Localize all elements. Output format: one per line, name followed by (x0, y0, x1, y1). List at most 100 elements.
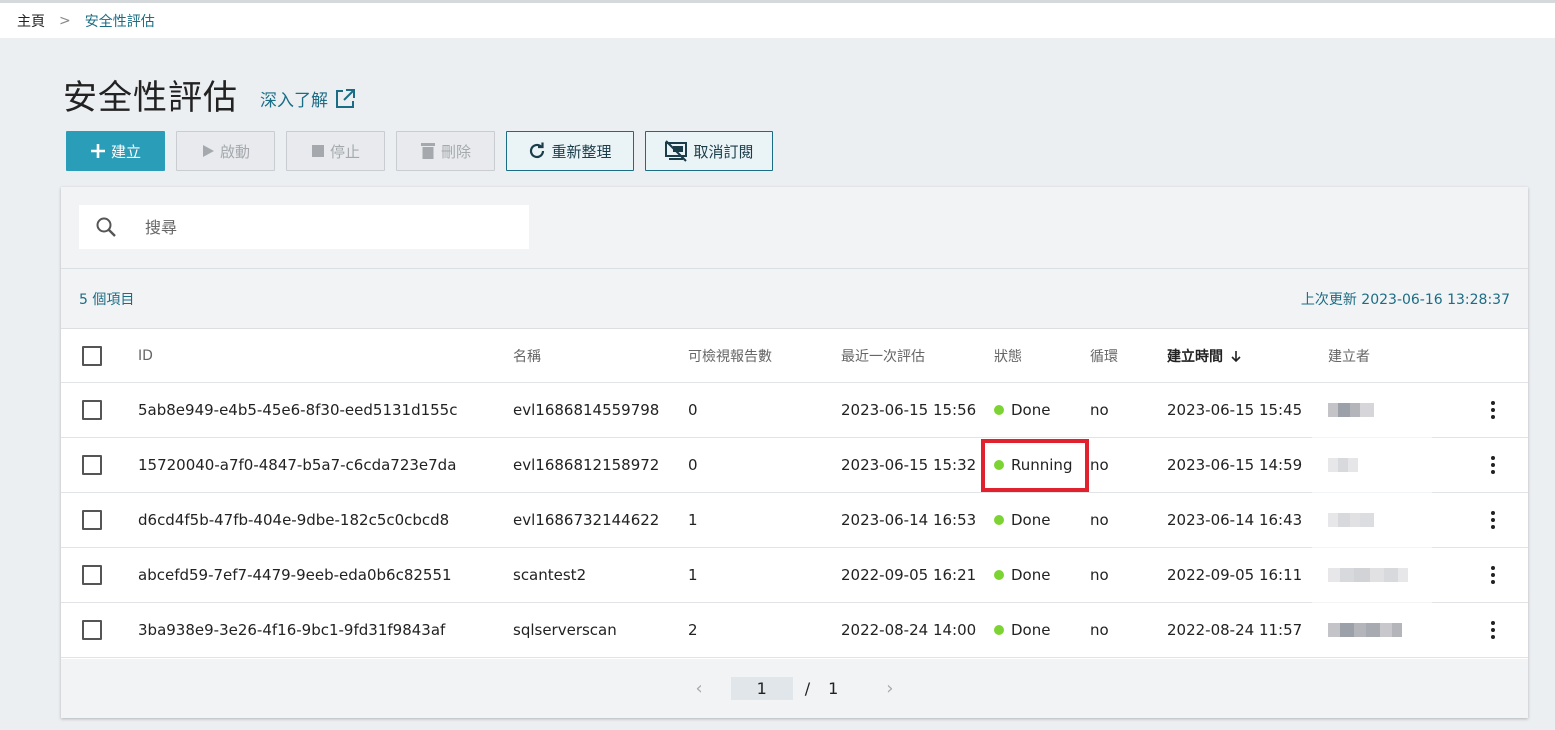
refresh-icon (530, 142, 545, 159)
chevron-right-icon[interactable]: › (886, 678, 893, 699)
status-dot (994, 515, 1004, 525)
row-last-eval: 2023-06-15 15:32 (841, 456, 977, 474)
current-page[interactable]: 1 (730, 677, 793, 700)
header-reports[interactable]: 可檢視報告數 (688, 346, 772, 366)
table-row[interactable]: 15720040-a7f0-4847-b5a7-c6cda723e7da evl… (61, 438, 1528, 493)
stop-label: 停止 (329, 143, 360, 161)
status-dot (994, 570, 1004, 580)
row-reports: 0 (688, 401, 698, 419)
header-name[interactable]: 名稱 (513, 346, 541, 366)
total-pages: 1 (828, 679, 839, 698)
table-row[interactable]: 3ba938e9-3e26-4f16-9bc1-9fd31f9843af sql… (61, 603, 1528, 658)
row-menu[interactable] (1481, 455, 1505, 476)
row-checkbox[interactable] (82, 455, 102, 475)
row-checkbox[interactable] (82, 620, 102, 640)
learn-more-label: 深入了解 (260, 91, 328, 111)
row-name: sqlserverscan (513, 621, 617, 639)
chevron-left-icon[interactable]: ‹ (696, 678, 703, 699)
row-name: evl1686732144622 (513, 511, 660, 529)
play-icon (202, 145, 214, 157)
row-created: 2023-06-14 16:43 (1167, 511, 1303, 529)
table-row[interactable]: abcefd59-7ef7-4479-9eeb-eda0b6c82551 sca… (61, 548, 1528, 603)
kebab-menu-icon[interactable] (1491, 510, 1495, 531)
row-cycle: no (1090, 456, 1109, 474)
row-menu[interactable] (1481, 620, 1505, 641)
breadcrumb-current[interactable]: 安全性評估 (85, 11, 155, 31)
row-reports: 1 (688, 566, 698, 584)
status-label: Running (1011, 456, 1073, 474)
status-dot (994, 625, 1004, 635)
breadcrumb: 主頁 > 安全性評估 (0, 0, 1555, 38)
assessment-table: ID 名稱 可檢視報告數 最近一次評估 狀態 循環 建立時間 建立者 5ab8e… (61, 329, 1528, 658)
assessment-panel: 5 個項目 上次更新 2023-06-16 13:28:37 ID 名稱 可檢視… (61, 187, 1528, 718)
create-label: 建立 (110, 143, 141, 161)
row-id: 3ba938e9-3e26-4f16-9bc1-9fd31f9843af (138, 621, 446, 639)
row-status: Done (994, 401, 1050, 419)
kebab-menu-icon[interactable] (1491, 565, 1495, 586)
row-id: 15720040-a7f0-4847-b5a7-c6cda723e7da (138, 456, 457, 474)
search-area (61, 187, 1528, 269)
header-created[interactable]: 建立時間 (1167, 346, 1243, 366)
start-label: 啟動 (219, 143, 250, 161)
row-menu[interactable] (1481, 565, 1505, 586)
row-status: Done (994, 566, 1050, 584)
row-checkbox[interactable] (82, 400, 102, 420)
pagination: ‹ 1 / 1 › (61, 659, 1528, 718)
row-name: evl1686814559798 (513, 401, 660, 419)
row-checkbox[interactable] (82, 510, 102, 530)
row-cycle: no (1090, 621, 1109, 639)
search-box[interactable] (79, 205, 529, 249)
row-last-eval: 2023-06-14 16:53 (841, 511, 977, 529)
row-cycle: no (1090, 511, 1109, 529)
row-checkbox[interactable] (82, 565, 102, 585)
kebab-menu-icon[interactable] (1491, 455, 1495, 476)
row-menu[interactable] (1481, 510, 1505, 531)
status-label: Done (1011, 511, 1051, 529)
table-row[interactable]: 5ab8e949-e4b5-45e6-8f30-eed5131d155c evl… (61, 383, 1528, 438)
row-cycle: no (1090, 401, 1109, 419)
kebab-menu-icon[interactable] (1491, 620, 1495, 641)
kebab-menu-icon[interactable] (1491, 400, 1495, 421)
row-reports: 0 (688, 456, 698, 474)
row-creator-redacted (1328, 621, 1402, 639)
header-last-eval[interactable]: 最近一次評估 (841, 346, 925, 366)
row-creator-redacted (1328, 401, 1374, 419)
header-creator[interactable]: 建立者 (1328, 346, 1370, 366)
row-status: Running (994, 456, 1072, 474)
page-separator: / (804, 679, 811, 698)
row-created: 2023-06-15 15:45 (1167, 401, 1303, 419)
row-status: Done (994, 511, 1050, 529)
delete-button[interactable]: 刪除 (396, 131, 495, 171)
row-last-eval: 2022-09-05 16:21 (841, 566, 977, 584)
stop-button[interactable]: 停止 (286, 131, 385, 171)
status-label: Done (1011, 566, 1051, 584)
start-button[interactable]: 啟動 (176, 131, 275, 171)
item-count: 5 個項目 (79, 291, 135, 308)
header-created-label: 建立時間 (1167, 348, 1223, 365)
unsubscribe-button[interactable]: 取消訂閱 (645, 131, 773, 171)
select-all-checkbox[interactable] (82, 345, 102, 366)
table-row[interactable]: d6cd4f5b-47fb-404e-9dbe-182c5c0cbcd8 evl… (61, 493, 1528, 548)
breadcrumb-home[interactable]: 主頁 (17, 11, 45, 31)
status-label: Done (1011, 401, 1051, 419)
row-name: scantest2 (513, 566, 587, 584)
refresh-button[interactable]: 重新整理 (506, 131, 634, 171)
row-cycle: no (1090, 566, 1109, 584)
row-last-eval: 2023-06-15 15:56 (841, 401, 977, 419)
row-last-eval: 2022-08-24 14:00 (841, 621, 977, 639)
search-input[interactable] (145, 217, 505, 237)
unsubscribe-label: 取消訂閱 (693, 143, 754, 161)
status-dot (994, 405, 1004, 415)
header-id[interactable]: ID (138, 348, 153, 364)
delete-label: 刪除 (440, 143, 471, 161)
refresh-label: 重新整理 (551, 143, 612, 161)
trash-icon (420, 143, 435, 159)
row-created: 2023-06-15 14:59 (1167, 456, 1303, 474)
table-header: ID 名稱 可檢視報告數 最近一次評估 狀態 循環 建立時間 建立者 (61, 329, 1528, 383)
header-status[interactable]: 狀態 (994, 346, 1022, 366)
create-button[interactable]: 建立 (66, 131, 165, 171)
learn-more-link[interactable]: 深入了解 (260, 86, 356, 111)
title-row: 安全性評估 深入了解 (63, 70, 356, 119)
row-menu[interactable] (1481, 400, 1505, 421)
header-cycle[interactable]: 循環 (1090, 346, 1118, 366)
